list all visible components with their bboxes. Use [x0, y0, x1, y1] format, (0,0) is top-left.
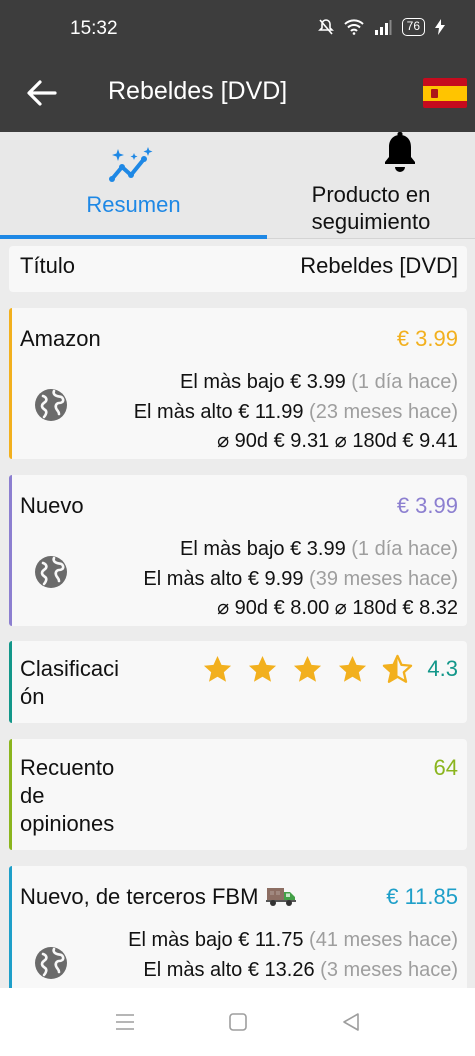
reviews-label-line1: Recuento [20, 755, 115, 780]
tab-bar: Resumen Producto en seguimiento [0, 132, 475, 239]
amazon-highest-row: El màs alto € 11.99 (23 meses hace) [133, 401, 458, 423]
title-label: Título [20, 253, 76, 278]
reviews-label-line2: de [20, 783, 45, 808]
reviews-label-line3: opiniones [20, 811, 115, 836]
signal-icon [374, 20, 392, 35]
new-price: € 3.99 [396, 493, 458, 518]
wifi-icon [343, 19, 364, 35]
rating-value: 4.3 [427, 656, 458, 681]
star-full-icon [203, 655, 232, 682]
active-tab-indicator [0, 235, 267, 239]
rating-card: Clasificaci ón 4.3 [9, 641, 467, 723]
tab-tracking-label: Producto en seguimiento [311, 182, 431, 234]
title-card: Título Rebeldes [DVD] [9, 246, 467, 292]
fbm-lowest-row: El màs bajo € 11.75 (41 meses hace) [128, 929, 458, 951]
new-price-card[interactable]: Nuevo € 3.99 El màs bajo € 3.99 (1 día h… [9, 475, 467, 626]
charging-icon [435, 19, 445, 35]
menu-icon[interactable] [114, 1012, 136, 1032]
reviews-count-value: 64 [433, 755, 458, 780]
app-bar: Rebeldes [DVD] [0, 58, 475, 132]
battery-indicator: 76 [401, 18, 425, 36]
tab-tracking[interactable]: Producto en seguimiento [267, 132, 475, 239]
back-arrow-icon[interactable] [25, 76, 59, 110]
amazon-average-row: ⌀ 90d € 9.31 ⌀ 180d € 9.41 [217, 430, 458, 452]
globe-icon[interactable] [34, 555, 68, 589]
amazon-price-card[interactable]: Amazon € 3.99 El màs bajo € 3.99 (1 día … [9, 308, 467, 459]
system-navigation-bar [0, 988, 475, 1056]
star-full-icon [248, 655, 277, 682]
fbm-price: € 11.85 [386, 884, 458, 909]
trend-sparkle-icon [109, 147, 153, 182]
status-bar: 15:32 76 [0, 0, 475, 58]
star-half-icon [382, 654, 413, 683]
rating-label-line1: Clasificaci [20, 656, 120, 681]
reviews-count-card: Recuento de opiniones 64 [9, 739, 467, 850]
status-icons: 76 [317, 18, 445, 36]
rating-label-line2: ón [20, 684, 45, 709]
bell-icon [385, 132, 415, 172]
tab-summary-label: Resumen [86, 192, 181, 217]
status-time: 15:32 [70, 18, 118, 39]
amazon-label: Amazon [20, 326, 101, 351]
page-title: Rebeldes [DVD] [108, 77, 288, 105]
home-square-icon[interactable] [228, 1012, 248, 1032]
star-full-icon [293, 655, 322, 682]
rating-stars [202, 654, 413, 685]
fbm-highest-row: El màs alto € 13.26 (3 meses hace) [143, 959, 458, 981]
new-highest-row: El màs alto € 9.99 (39 meses hace) [143, 568, 458, 590]
fbm-label-wrap: Nuevo, de terceros FBM [20, 883, 297, 911]
title-value: Rebeldes [DVD] [300, 253, 458, 278]
new-average-row: ⌀ 90d € 8.00 ⌀ 180d € 8.32 [217, 597, 458, 619]
globe-icon[interactable] [34, 388, 68, 422]
fbm-price-card[interactable]: Nuevo, de terceros FBM € 11.85 El màs ba… [9, 866, 467, 988]
delivery-truck-icon [266, 888, 297, 906]
globe-icon[interactable] [34, 946, 68, 980]
new-label: Nuevo [20, 493, 84, 518]
star-full-icon [338, 655, 367, 682]
spain-flag-icon[interactable] [423, 78, 467, 108]
amazon-price: € 3.99 [396, 326, 458, 351]
amazon-lowest-row: El màs bajo € 3.99 (1 día hace) [180, 371, 458, 393]
fbm-label: Nuevo, de terceros FBM [20, 884, 259, 909]
new-lowest-row: El màs bajo € 3.99 (1 día hace) [180, 538, 458, 560]
tab-summary[interactable]: Resumen [0, 132, 267, 239]
muted-bell-icon [317, 19, 334, 35]
back-triangle-icon[interactable] [341, 1012, 361, 1032]
summary-content: Título Rebeldes [DVD] Amazon € 3.99 El m… [0, 240, 475, 988]
